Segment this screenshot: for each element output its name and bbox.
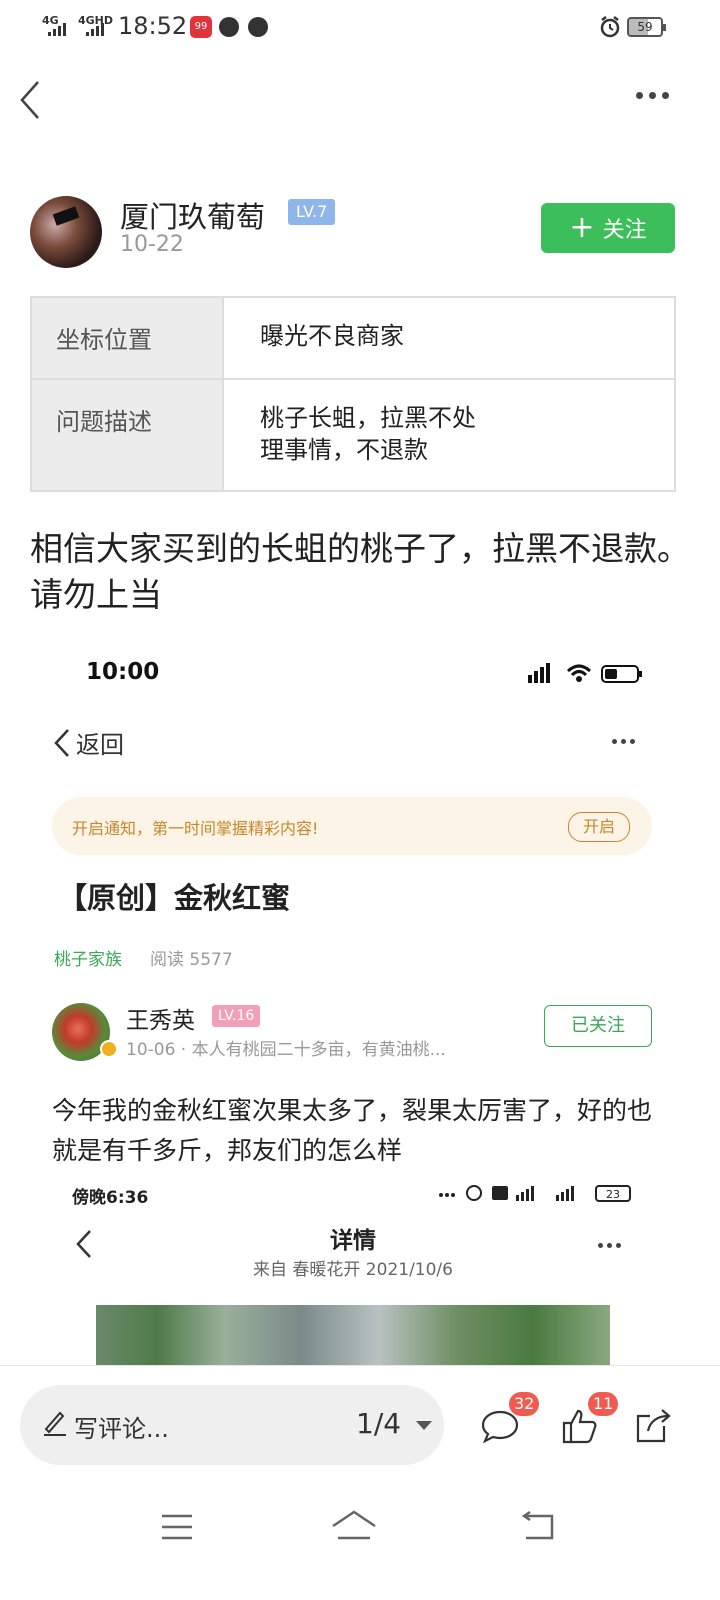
- share-button[interactable]: [632, 1404, 676, 1448]
- follow-button[interactable]: + 关注: [541, 203, 675, 253]
- chevron-left-icon: [54, 728, 69, 757]
- embedded-status-icons: [528, 663, 642, 683]
- more-horizontal-icon[interactable]: [598, 1243, 621, 1248]
- group-link[interactable]: 桃子家族: [54, 945, 122, 970]
- post-text: 相信大家买到的长蛆的桃子了，拉黑不退款。请勿上当: [30, 529, 690, 614]
- alarm-icon: [600, 16, 620, 38]
- peach-tree-photo[interactable]: [96, 1305, 610, 1365]
- system-nav-bar: [0, 1466, 720, 1600]
- table-value: 曝光不良商家: [260, 322, 404, 350]
- table-key: 坐标位置: [32, 298, 224, 378]
- embedded-screenshot[interactable]: 10:00 返回 开启通知，第一时间掌握精彩内容! 开启 【原创】金秋红蜜 桃子…: [0, 645, 720, 1365]
- status-time: 18:52: [118, 12, 188, 40]
- embedded-back-button[interactable]: 返回: [52, 725, 124, 760]
- notification-icon: [248, 17, 268, 37]
- share-icon: [636, 1409, 671, 1443]
- table-row: 坐标位置 曝光不良商家: [32, 298, 674, 380]
- svg-text:23: 23: [606, 1188, 620, 1201]
- home-icon[interactable]: [330, 1508, 378, 1542]
- table-key: 问题描述: [32, 380, 224, 490]
- enable-notification-button[interactable]: 开启: [568, 812, 630, 842]
- status-bar: 4G 4GHD 18:52 99 59: [0, 0, 720, 56]
- menu-icon[interactable]: [160, 1512, 194, 1542]
- app-notification-icon: 99: [190, 16, 212, 38]
- post-date: 10-22: [120, 232, 184, 257]
- author-name[interactable]: 厦门玖葡萄: [120, 194, 265, 236]
- battery-icon: 59: [627, 17, 666, 37]
- more-horizontal-icon[interactable]: [612, 739, 635, 744]
- signal-icon: 4G: [42, 14, 74, 38]
- follow-label: 关注: [602, 218, 647, 243]
- embedded-title: 【原创】金秋红蜜: [58, 881, 291, 915]
- comment-input[interactable]: 写评论... 1/4: [20, 1385, 444, 1465]
- notice-text: 开启通知，第一时间掌握精彩内容!: [72, 819, 319, 838]
- back-label: 返回: [76, 731, 124, 759]
- user-name[interactable]: 王秀英: [126, 1001, 195, 1035]
- table-row: 问题描述 桃子长蛆，拉黑不处理事情，不退款: [32, 380, 674, 490]
- comment-count-badge: 32: [509, 1392, 540, 1416]
- caret-down-icon[interactable]: [416, 1421, 432, 1430]
- embedded-time: 10:00: [86, 659, 160, 685]
- user-meta: 10-06 · 本人有桃园二十多亩，有黄油桃...: [126, 1040, 446, 1060]
- verified-icon: [100, 1040, 118, 1058]
- level-badge: LV.16: [212, 1005, 261, 1027]
- pencil-icon: [44, 1411, 66, 1436]
- chevron-left-icon[interactable]: [18, 80, 58, 120]
- like-count-badge: 11: [588, 1392, 619, 1416]
- embedded2-status-icons: 23: [439, 1185, 631, 1202]
- more-horizontal-icon[interactable]: [636, 92, 680, 108]
- back-nav-icon[interactable]: [520, 1510, 556, 1542]
- embedded2-time: 傍晚6:36: [72, 1188, 149, 1208]
- level-badge: LV.7: [288, 199, 336, 225]
- signal-icon: 4GHD: [78, 14, 114, 38]
- followed-button[interactable]: 已关注: [544, 1005, 652, 1047]
- notification-banner: 开启通知，第一时间掌握精彩内容! 开启: [52, 797, 652, 855]
- avatar[interactable]: [30, 196, 102, 268]
- plus-icon: +: [569, 210, 595, 245]
- embedded2-subtitle: 来自 春暖花开 2021/10/6: [253, 1260, 453, 1280]
- table-value: 桃子长蛆，拉黑不处理事情，不退款: [260, 404, 476, 464]
- read-count: 阅读 5577: [150, 950, 233, 970]
- info-table: 坐标位置 曝光不良商家 问题描述 桃子长蛆，拉黑不处理事情，不退款: [30, 296, 676, 492]
- page-indicator[interactable]: 1/4: [356, 1407, 401, 1440]
- embedded-post-text: 今年我的金秋红蜜次果太多了，裂果太厉害了，好的也就是有千多斤，邦友们的怎么样: [52, 1096, 653, 1165]
- notification-icon: [219, 17, 239, 37]
- comment-placeholder: 写评论...: [74, 1415, 169, 1443]
- embedded2-title: 详情: [330, 1228, 376, 1254]
